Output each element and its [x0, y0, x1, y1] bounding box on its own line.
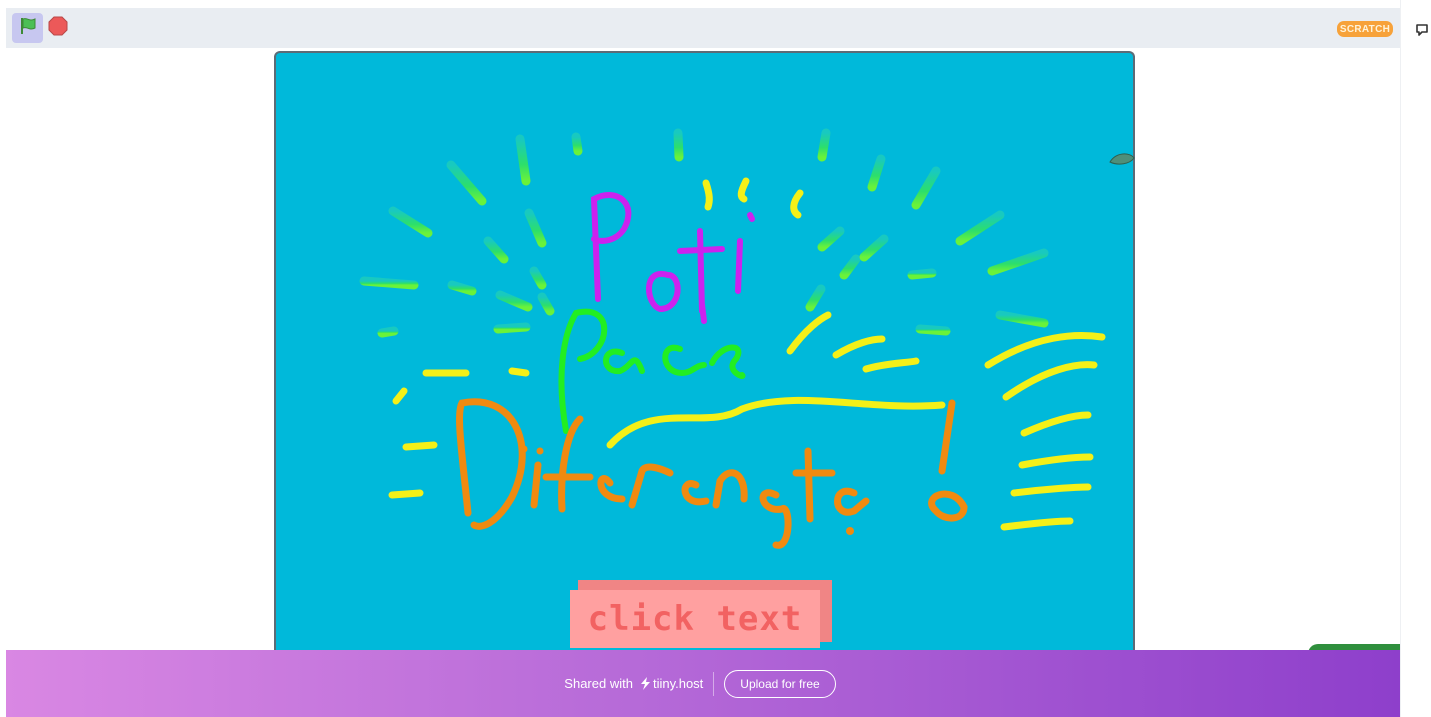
stop-sign-icon: [48, 16, 68, 41]
stage-toolbar: SCRATCH: [6, 8, 1400, 48]
upload-for-free-button[interactable]: Upload for free: [724, 669, 836, 698]
shared-with-label: Shared with: [564, 676, 633, 691]
word-face: [558, 308, 746, 434]
sprite-fragment: [1108, 150, 1136, 173]
tiiny-host-banner: Shared with tiiny.host Upload for free: [6, 650, 1400, 717]
comment-icon[interactable]: [1415, 22, 1431, 43]
tiiny-host-link[interactable]: tiiny.host: [653, 676, 703, 691]
lightning-bolt-icon: [640, 677, 650, 690]
click-text-button[interactable]: click text: [570, 580, 832, 648]
scratch-logo[interactable]: SCRATCH: [1337, 21, 1393, 37]
word-poti: [590, 192, 755, 324]
click-text-label: click text: [570, 590, 820, 648]
green-flag-icon: [18, 16, 38, 41]
yellow-rays: [388, 177, 1106, 531]
side-panel: [1400, 0, 1431, 717]
stop-button[interactable]: [43, 13, 73, 43]
green-flag-button[interactable]: [12, 13, 43, 43]
project-stage[interactable]: click text: [274, 51, 1135, 673]
footer-divider: [713, 671, 715, 696]
word-diferenta: [456, 398, 968, 549]
